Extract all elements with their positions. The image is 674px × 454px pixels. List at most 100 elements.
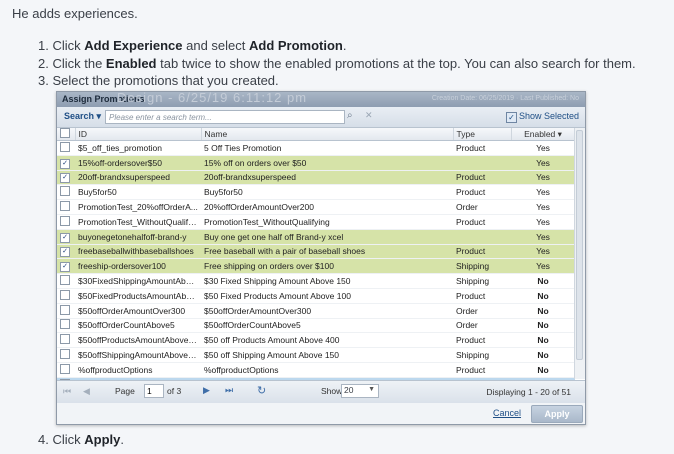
cell-id: $50FixedProductsAmountAbov... <box>75 288 201 304</box>
row-checkbox[interactable]: ✓ <box>60 232 70 243</box>
cell-type: Order <box>453 318 511 334</box>
column-header-type[interactable]: Type <box>453 128 512 141</box>
cell-id: 15%off-ordersover$50 <box>75 155 201 171</box>
row-checkbox[interactable] <box>60 186 70 197</box>
search-icon[interactable]: ⌕ <box>347 110 353 121</box>
row-checkbox[interactable] <box>60 275 70 286</box>
table-row[interactable]: ✓ freebaseballwithbaseballshoes Free baseb… <box>57 244 575 260</box>
row-checkbox-cell[interactable] <box>57 318 75 334</box>
cell-enabled: No <box>511 362 575 378</box>
row-checkbox[interactable] <box>60 319 70 330</box>
refresh-icon[interactable]: ↻ <box>257 384 266 397</box>
row-checkbox[interactable] <box>60 201 70 212</box>
table-row[interactable]: $50offShippingAmountAbove150 $50 off Ship… <box>57 347 575 363</box>
pager-bar: ⏮ ◀ Page of 3 ▶ ⏭ ↻ Show: 20▼ Displaying… <box>57 380 585 403</box>
column-header-id[interactable]: ID <box>75 128 202 141</box>
cell-name: $30 Fixed Shipping Amount Above 150 <box>201 273 453 289</box>
cell-id: PromotionTest_20%offOrderA... <box>75 199 201 215</box>
row-checkbox-cell[interactable]: ✓ <box>57 258 75 275</box>
cell-name: Free shipping on orders over $100 <box>201 258 453 275</box>
cell-type <box>453 229 511 245</box>
next-page-icon[interactable]: ▶ <box>203 385 210 396</box>
page-number-input[interactable] <box>144 384 164 398</box>
dialog-ghost-title: Design - 6/25/19 6:11:12 pm <box>117 91 308 105</box>
table-row[interactable]: %offproductOptions %offproductOptions Prod… <box>57 362 575 378</box>
step-3: 3. Select the promotions that you create… <box>38 73 279 88</box>
table-row[interactable]: $50offOrderAmountOver300 $50offOrderAmoun… <box>57 303 575 319</box>
row-checkbox-cell[interactable] <box>57 347 75 363</box>
table-row[interactable]: $30FixedShippingAmountAbov... $30 Fixed S… <box>57 273 575 289</box>
row-checkbox[interactable] <box>60 304 70 315</box>
table-row[interactable]: ✓ 15%off-ordersover$50 15% off on orders o… <box>57 155 575 171</box>
row-checkbox[interactable] <box>60 215 70 226</box>
search-input[interactable] <box>105 110 345 124</box>
select-all-cell[interactable] <box>57 128 76 141</box>
step-2-bold-enabled: Enabled <box>105 56 157 71</box>
cell-enabled: No <box>511 288 575 304</box>
row-checkbox[interactable] <box>60 349 70 360</box>
row-checkbox-cell[interactable] <box>57 199 75 215</box>
table-row[interactable]: ✓ buyonegetonehalfoff-brand-y Buy one get … <box>57 229 575 245</box>
row-checkbox-cell[interactable] <box>57 332 75 349</box>
cell-enabled: No <box>511 303 575 319</box>
row-checkbox[interactable]: ✓ <box>60 247 70 258</box>
table-row[interactable]: $50FixedProductsAmountAbov... $50 Fixed P… <box>57 288 575 304</box>
cell-name: 20%offOrderAmountOver200 <box>201 199 453 215</box>
row-checkbox-cell[interactable]: ✓ <box>57 244 75 260</box>
scrollbar-thumb[interactable] <box>576 130 583 360</box>
search-dropdown-button[interactable]: Search ▾ <box>64 111 101 122</box>
promotions-table: ID Name Type Enabled ▾ $5_off_ties_promo… <box>57 128 576 393</box>
apply-button[interactable]: Apply <box>531 405 583 423</box>
last-page-icon[interactable]: ⏭ <box>225 385 233 396</box>
intro-text: He adds experiences. <box>12 6 138 21</box>
table-row[interactable]: ✓ freeship-ordersover100 Free shipping on … <box>57 258 575 275</box>
cell-id: PromotionTest_WithoutQualifying <box>75 214 201 230</box>
cell-enabled: No <box>511 347 575 363</box>
vertical-scrollbar[interactable] <box>574 128 585 379</box>
row-checkbox-cell[interactable]: ✓ <box>57 155 75 171</box>
select-all-checkbox[interactable] <box>60 128 70 138</box>
row-checkbox[interactable] <box>60 363 70 374</box>
cell-type: Product <box>453 362 511 378</box>
row-checkbox[interactable]: ✓ <box>60 158 70 169</box>
row-checkbox[interactable] <box>60 141 70 152</box>
first-page-icon[interactable]: ⏮ <box>63 386 71 397</box>
cell-enabled: No <box>511 318 575 334</box>
cell-id: $50offOrderCountAbove5 <box>75 318 201 334</box>
show-selected-toggle[interactable]: ✓ Show Selected <box>505 111 579 123</box>
row-checkbox-cell[interactable] <box>57 273 75 289</box>
cell-enabled: Yes <box>511 170 575 186</box>
cell-name: $50 off Shipping Amount Above 150 <box>201 347 453 363</box>
cell-id: buyonegetonehalfoff-brand-y <box>75 229 201 245</box>
column-header-name[interactable]: Name <box>201 128 454 141</box>
table-row[interactable]: $50offProductsAmountAbove400 $50 off Prod… <box>57 332 575 349</box>
row-checkbox-cell[interactable]: ✓ <box>57 170 75 186</box>
cell-id: freeship-ordersover100 <box>75 258 201 275</box>
row-checkbox[interactable] <box>60 334 70 345</box>
column-header-enabled[interactable]: Enabled ▾ <box>511 128 576 141</box>
row-checkbox-cell[interactable] <box>57 362 75 378</box>
table-row[interactable]: Buy5for50 Buy5for50 Product Yes <box>57 184 575 201</box>
cell-type <box>453 155 511 171</box>
row-checkbox-cell[interactable] <box>57 303 75 319</box>
row-checkbox-cell[interactable] <box>57 184 75 201</box>
table-row[interactable]: PromotionTest_WithoutQualifying Promotion… <box>57 214 575 230</box>
row-checkbox[interactable]: ✓ <box>60 262 70 273</box>
row-checkbox-cell[interactable] <box>57 140 75 156</box>
row-checkbox-cell[interactable]: ✓ <box>57 229 75 245</box>
row-checkbox-cell[interactable] <box>57 288 75 304</box>
prev-page-icon[interactable]: ◀ <box>83 386 90 397</box>
table-row[interactable]: $50offOrderCountAbove5 $50offOrderCountAb… <box>57 318 575 334</box>
clear-icon[interactable]: ✕ <box>365 110 373 121</box>
table-row[interactable]: $5_off_ties_promotion 5 Off Ties Promotio… <box>57 140 575 156</box>
table-row[interactable]: ✓ 20off-brandxsuperspeed 20off-brandxsuper… <box>57 170 575 186</box>
cell-name: Buy5for50 <box>201 184 453 201</box>
row-checkbox[interactable]: ✓ <box>60 173 70 184</box>
cancel-link[interactable]: Cancel <box>493 408 521 418</box>
cell-enabled: No <box>511 332 575 349</box>
row-checkbox-cell[interactable] <box>57 214 75 230</box>
page-size-select[interactable]: 20 ▼ <box>341 384 379 398</box>
table-row[interactable]: PromotionTest_20%offOrderA... 20%offOrder… <box>57 199 575 215</box>
cell-id: 20off-brandxsuperspeed <box>75 170 201 186</box>
row-checkbox[interactable] <box>60 289 70 300</box>
